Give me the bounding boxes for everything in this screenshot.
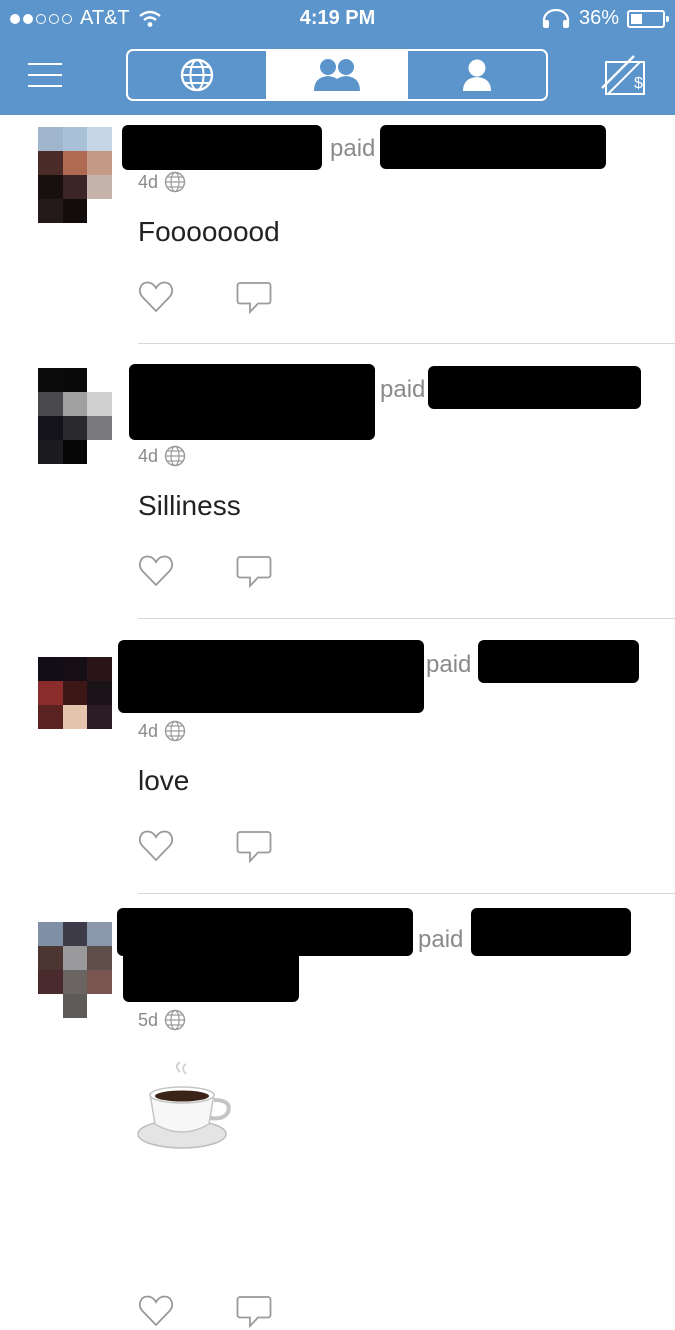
redacted-sender-name	[122, 125, 322, 170]
friends-icon	[314, 59, 360, 91]
story-divider	[138, 343, 675, 344]
avatar[interactable]	[38, 922, 112, 1018]
paid-label: paid	[418, 926, 464, 953]
top-bar: AT&T 4:19 PM 36% $	[0, 0, 675, 115]
status-bar: AT&T 4:19 PM 36%	[0, 0, 675, 38]
globe-icon	[164, 445, 186, 467]
globe-icon	[164, 171, 186, 193]
battery-percent: 36%	[578, 7, 619, 29]
story-actions	[138, 280, 272, 316]
paid-label: paid	[330, 135, 376, 162]
redacted-recipient-name	[123, 950, 299, 1002]
globe-icon	[180, 58, 214, 92]
story-age: 4d	[138, 720, 159, 741]
redacted-recipient-name	[471, 908, 631, 956]
paid-label: paid	[426, 651, 472, 678]
tab-friends[interactable]	[268, 51, 408, 99]
person-icon	[463, 59, 491, 91]
story-age: 4d	[138, 171, 159, 192]
like-heart-icon[interactable]	[138, 829, 174, 863]
menu-icon	[28, 63, 62, 65]
tab-public[interactable]	[128, 51, 268, 99]
story-actions	[138, 1294, 272, 1330]
paid-label: paid	[380, 376, 426, 403]
story-actions	[138, 829, 272, 865]
story-message: love	[138, 765, 190, 796]
comment-bubble-icon[interactable]	[236, 280, 272, 316]
tab-personal[interactable]	[408, 51, 546, 99]
feed-filter-segmented-control	[126, 49, 548, 101]
story-divider	[138, 893, 675, 894]
story-age: 4d	[138, 445, 159, 466]
svg-text:$: $	[634, 75, 643, 92]
headphones-icon	[542, 8, 570, 28]
redacted-sender-name	[117, 908, 413, 956]
globe-icon	[164, 1009, 186, 1031]
redacted-sender-name	[129, 364, 375, 440]
status-right: 36%	[541, 7, 669, 30]
story-message: Silliness	[138, 490, 241, 521]
story-meta: 4d	[138, 171, 186, 193]
story-age: 5d	[138, 1009, 159, 1030]
like-heart-icon[interactable]	[138, 280, 174, 314]
redacted-recipient-name	[380, 125, 606, 169]
menu-button[interactable]	[28, 63, 62, 89]
like-heart-icon[interactable]	[138, 554, 174, 588]
story-meta: 4d	[138, 445, 186, 467]
redacted-recipient-name	[428, 366, 641, 409]
pay-charge-icon: $	[601, 55, 645, 95]
story-meta: 5d	[138, 1009, 186, 1031]
redacted-sender-name	[118, 640, 424, 713]
like-heart-icon[interactable]	[138, 1294, 174, 1328]
story-meta: 4d	[138, 720, 186, 742]
story-divider	[138, 618, 675, 619]
redacted-recipient-name	[478, 640, 639, 683]
battery-icon	[627, 9, 669, 28]
pay-or-charge-button[interactable]: $	[600, 54, 648, 96]
story-actions	[138, 554, 272, 590]
globe-icon	[164, 720, 186, 742]
comment-bubble-icon[interactable]	[236, 554, 272, 590]
comment-bubble-icon[interactable]	[236, 829, 272, 865]
comment-bubble-icon[interactable]	[236, 1294, 272, 1330]
avatar[interactable]	[38, 368, 112, 464]
avatar[interactable]	[38, 127, 112, 223]
coffee-cup-emoji-icon	[137, 1062, 231, 1149]
avatar[interactable]	[38, 657, 112, 729]
story-message: Foooooood	[138, 216, 280, 247]
